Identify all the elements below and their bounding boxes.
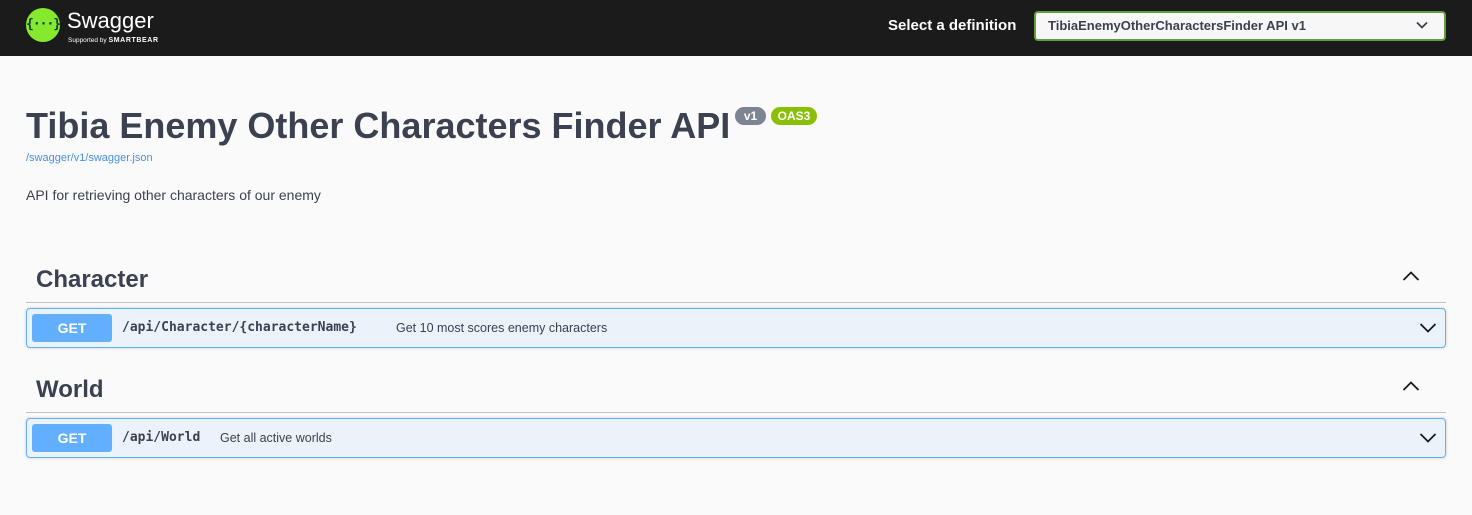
spec-json-link[interactable]: /swagger/v1/swagger.json [26,151,153,165]
operation-get-world[interactable]: GET /api/World Get all active worlds [26,418,1446,458]
tag-section-world[interactable]: World [26,363,1446,413]
chevron-down-icon[interactable] [1419,432,1437,444]
definition-select[interactable]: TibiaEnemyOtherCharactersFinder API v1 [1034,11,1446,41]
operation-get-character[interactable]: GET /api/Character/{characterName} Get 1… [26,308,1446,348]
operation-path: /api/World [122,430,201,445]
swagger-logo-subtitle: Supported by SMARTBEAR [68,37,159,45]
definition-select-value: TibiaEnemyOtherCharactersFinder API v1 [1048,18,1306,33]
chevron-down-icon[interactable] [1419,322,1437,334]
page-title: Tibia Enemy Other Characters Finder API [26,105,731,146]
logo-sub-brand: SMARTBEAR [108,37,159,44]
swagger-logo[interactable]: {···} Swagger Supported by SMARTBEAR [26,6,186,48]
chevron-up-icon[interactable] [1402,270,1420,282]
method-badge: GET [32,424,112,452]
chevron-down-icon [1416,21,1428,29]
logo-sub-prefix: Supported by [68,37,107,44]
tag-name: Character [36,266,149,293]
tag-section-character[interactable]: Character [26,253,1446,303]
swagger-logo-icon: {···} [26,8,61,42]
api-description: API for retrieving other characters of o… [26,187,321,203]
swagger-logo-text: Swagger [67,8,154,33]
operation-path: /api/Character/{characterName} [122,320,357,335]
tag-name: World [36,376,104,403]
topbar: {···} Swagger Supported by SMARTBEAR Sel… [0,0,1472,56]
operation-summary: Get all active worlds [220,431,332,445]
operation-summary: Get 10 most scores enemy characters [396,321,608,335]
chevron-up-icon[interactable] [1402,380,1420,392]
definition-label: Select a definition [888,17,1017,34]
version-badge: v1 [735,107,766,125]
method-badge: GET [32,314,112,342]
oas-badge: OAS3 [771,107,817,125]
